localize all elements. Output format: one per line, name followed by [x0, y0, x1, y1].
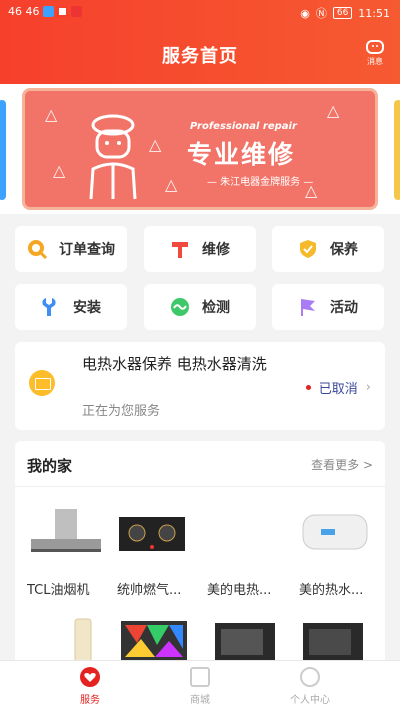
- my-home-section: 我的家 查看更多 > TCL油烟机 统帅燃气... 美的电热... 美的热水..…: [15, 441, 385, 671]
- eye-icon: ◉: [300, 6, 310, 20]
- nfc-icon: Ⓝ: [315, 7, 327, 20]
- app-notification-icon: [56, 6, 68, 17]
- triangle-icon: △: [45, 105, 58, 124]
- user-icon: [300, 667, 320, 687]
- service-inspect[interactable]: 检测: [144, 284, 256, 330]
- range-hood-icon[interactable]: [27, 503, 107, 563]
- product-name: 统帅燃气...: [117, 583, 182, 598]
- service-label: 维修: [202, 242, 230, 258]
- app-notification-icon: [70, 6, 82, 17]
- order-title: 电热水器保养 电热水器清洗: [82, 355, 267, 373]
- triangle-icon: △: [165, 175, 178, 194]
- inspect-wave-icon: [171, 298, 189, 316]
- heart-icon: [80, 667, 100, 687]
- service-label: 订单查询: [59, 242, 115, 258]
- envelope-icon: [29, 370, 55, 396]
- product-name: TCL油烟机: [27, 583, 90, 598]
- service-label: 安装: [73, 300, 101, 316]
- chevron-right-icon: ›: [365, 380, 371, 395]
- activity-flag-icon: [301, 299, 315, 316]
- maintenance-shield-icon: [300, 240, 316, 258]
- banner-slide[interactable]: △ △ △ △ △ △ Professional repair 专业维修 — 朱…: [22, 88, 378, 210]
- gas-stove-icon[interactable]: [115, 503, 195, 563]
- divider: [15, 486, 385, 487]
- view-more-link[interactable]: 查看更多 >: [311, 456, 373, 473]
- app-notification-icon: [42, 6, 54, 17]
- service-install[interactable]: 安装: [15, 284, 127, 330]
- bottom-nav: 服务 商城 个人中心: [0, 660, 400, 711]
- product-name: 美的热水...: [299, 583, 364, 598]
- status-bar: 46 46 ◉ Ⓝ 66 11:51: [0, 0, 400, 24]
- order-subtitle: 正在为您服务: [82, 404, 161, 419]
- service-label: 检测: [202, 300, 230, 316]
- order-status: 已取消 ›: [305, 378, 371, 397]
- message-icon: [366, 40, 384, 54]
- product-name: 美的电热...: [207, 583, 272, 598]
- service-repair[interactable]: 维修: [144, 226, 256, 272]
- next-banner-peek: [394, 100, 400, 200]
- service-order-query[interactable]: 订单查询: [15, 226, 127, 272]
- message-button[interactable]: 消息: [360, 40, 390, 67]
- battery-icon: 66: [332, 7, 353, 19]
- nav-label: 服务: [80, 695, 100, 706]
- page-title: 服务首页: [162, 46, 238, 67]
- shop-icon: [190, 667, 210, 687]
- prev-banner-peek: [0, 100, 6, 200]
- nav-item-service[interactable]: 服务: [50, 667, 130, 706]
- nav-item-shop[interactable]: 商城: [160, 667, 240, 706]
- water-heater-icon[interactable]: [297, 503, 377, 563]
- install-wrench-icon: [42, 298, 56, 316]
- message-label: 消息: [367, 57, 383, 66]
- service-activity[interactable]: 活动: [272, 284, 384, 330]
- nav-item-profile[interactable]: 个人中心: [270, 667, 350, 706]
- app-header: 46 46 ◉ Ⓝ 66 11:51 服务首页 消息: [0, 0, 400, 84]
- status-dot-icon: [305, 385, 311, 390]
- service-label: 活动: [330, 300, 358, 316]
- signal-text: 46 46: [8, 5, 40, 18]
- banner-subtitle-en: Professional repair: [190, 121, 297, 132]
- section-title: 我的家: [27, 457, 73, 475]
- order-query-icon: [28, 240, 47, 259]
- banner-carousel[interactable]: △ △ △ △ △ △ Professional repair 专业维修 — 朱…: [0, 84, 400, 214]
- status-left: 46 46: [8, 5, 82, 18]
- status-text: 已取消: [318, 382, 358, 397]
- banner-subtitle: — 朱江电器金牌服务 —: [207, 177, 314, 188]
- status-right: ◉ Ⓝ 66 11:51: [300, 5, 390, 21]
- clock: 11:51: [358, 6, 390, 20]
- banner-title: 专业维修: [187, 140, 296, 169]
- order-card[interactable]: 电热水器保养 电热水器清洗 已取消 › 正在为您服务: [15, 342, 385, 430]
- nav-label: 商城: [190, 695, 210, 706]
- triangle-icon: △: [53, 161, 66, 180]
- repairman-illustration-icon: [89, 114, 137, 200]
- service-maintenance[interactable]: 保养: [272, 226, 384, 272]
- nav-label: 个人中心: [290, 695, 330, 706]
- triangle-icon: △: [149, 135, 162, 154]
- service-label: 保养: [330, 242, 358, 258]
- repair-hammer-icon: [172, 242, 188, 258]
- triangle-icon: △: [327, 101, 340, 120]
